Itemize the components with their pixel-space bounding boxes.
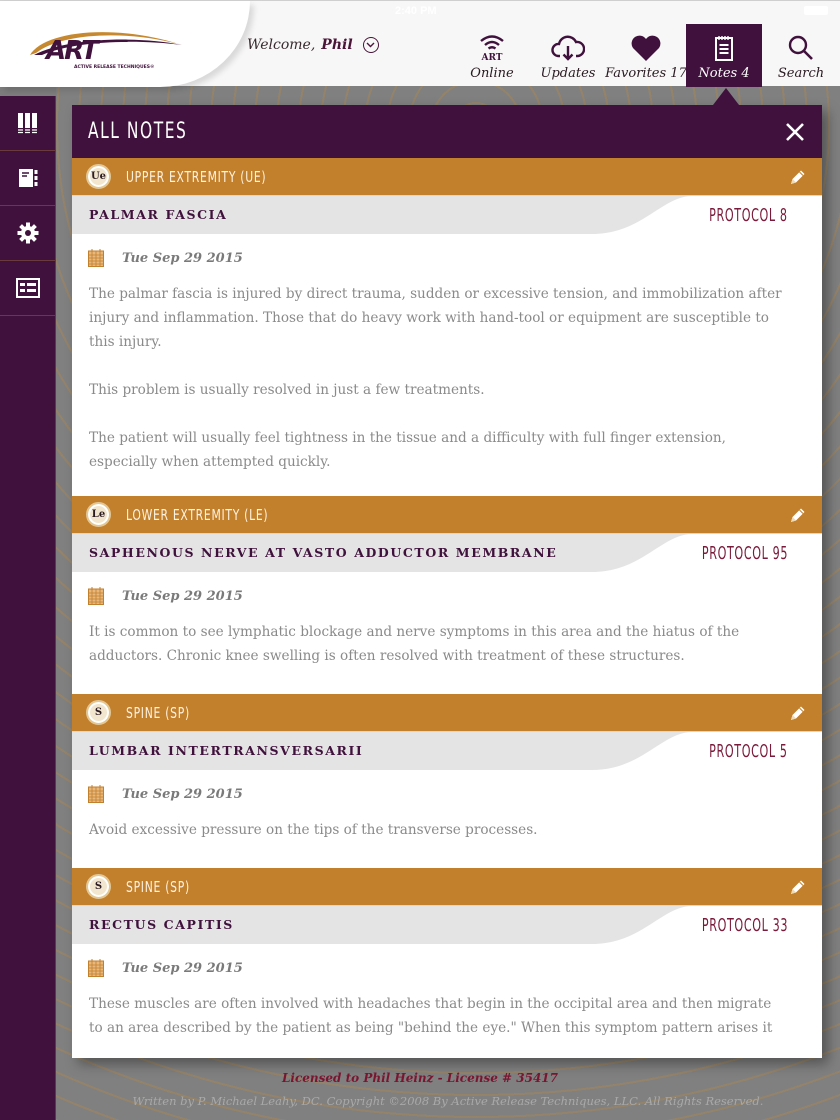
category-bar: Le LOWER EXTREMITY (LE) xyxy=(72,496,822,534)
category-badge-icon: S xyxy=(86,700,111,725)
heart-icon xyxy=(630,32,662,62)
note-paragraph: The patient will usually feel tightness … xyxy=(89,430,726,470)
nav-updates[interactable]: Updates xyxy=(530,24,606,87)
note-card: S SPINE (SP) RECTUS CAPITIS PROTOCOL 33 … xyxy=(72,868,822,1058)
protocol-label[interactable]: PROTOCOL 33 xyxy=(702,915,788,936)
calendar-icon xyxy=(88,785,104,803)
close-icon[interactable] xyxy=(784,121,806,143)
note-title-row[interactable]: SAPHENOUS NERVE AT VASTO ADDUCTOR MEMBRA… xyxy=(72,534,822,572)
wifi-art-icon: ART xyxy=(477,32,507,62)
note-paragraph: These muscles are often involved with he… xyxy=(89,996,773,1036)
nav-favorites[interactable]: Favorites 17 xyxy=(605,24,687,87)
date-row: Tue Sep 29 2015 xyxy=(72,944,822,992)
note-date: Tue Sep 29 2015 xyxy=(122,786,243,802)
note-body: These muscles are often involved with he… xyxy=(72,992,822,1058)
category-bar: S SPINE (SP) xyxy=(72,868,822,906)
category-bar: Ue UPPER EXTREMITY (UE) xyxy=(72,158,822,196)
note-card: Le LOWER EXTREMITY (LE) SAPHENOUS NERVE … xyxy=(72,496,822,694)
notes-pointer xyxy=(713,88,739,105)
pencil-icon[interactable] xyxy=(788,877,808,897)
note-title: SAPHENOUS NERVE AT VASTO ADDUCTOR MEMBRA… xyxy=(89,545,558,560)
cloud-download-icon xyxy=(551,32,585,62)
protocol-label[interactable]: PROTOCOL 95 xyxy=(702,543,788,564)
nav-online[interactable]: ART Online xyxy=(454,24,530,87)
nav-search[interactable]: Search xyxy=(762,24,840,87)
note-paragraph: The palmar fascia is injured by direct t… xyxy=(89,286,782,350)
note-body: Avoid excessive pressure on the tips of … xyxy=(72,818,822,868)
status-indicators xyxy=(804,6,828,15)
pencil-icon[interactable] xyxy=(788,703,808,723)
sidebar xyxy=(0,96,56,1120)
svg-text:ART: ART xyxy=(44,36,101,66)
date-row: Tue Sep 29 2015 xyxy=(72,234,822,282)
status-time: 2:40 PM xyxy=(395,5,437,17)
note-card: Ue UPPER EXTREMITY (UE) PALMAR FASCIA PR… xyxy=(72,158,822,496)
calendar-icon xyxy=(88,249,104,267)
note-date: Tue Sep 29 2015 xyxy=(122,250,243,266)
top-nav: ART Online Updates Favorites 17 Notes 4 … xyxy=(454,24,840,87)
date-row: Tue Sep 29 2015 xyxy=(72,572,822,620)
sidebar-item-library[interactable] xyxy=(0,96,55,151)
notes-list: Ue UPPER EXTREMITY (UE) PALMAR FASCIA PR… xyxy=(72,158,822,1058)
sidebar-item-forms[interactable] xyxy=(0,261,55,316)
note-card: S SPINE (SP) LUMBAR INTERTRANSVERSARII P… xyxy=(72,694,822,868)
note-paragraph: Avoid excessive pressure on the tips of … xyxy=(89,822,538,838)
sidebar-item-settings[interactable] xyxy=(0,206,55,261)
welcome-prefix: Welcome, xyxy=(247,37,316,53)
form-list-icon xyxy=(15,278,40,298)
category-label: SPINE (SP) xyxy=(126,877,190,896)
category-badge-icon: Ue xyxy=(86,164,111,189)
battery-icon xyxy=(804,6,828,15)
note-title-row[interactable]: PALMAR FASCIA PROTOCOL 8 xyxy=(72,196,822,234)
user-name: Phil xyxy=(321,37,353,53)
category-label: SPINE (SP) xyxy=(126,703,190,722)
note-paragraph: It is common to see lymphatic blockage a… xyxy=(89,624,740,664)
notebook-icon xyxy=(18,169,37,187)
calendar-icon xyxy=(88,959,104,977)
note-title: LUMBAR INTERTRANSVERSARII xyxy=(89,743,364,758)
note-date: Tue Sep 29 2015 xyxy=(122,588,243,604)
logo-area: ART ACTIVE RELEASE TECHNIQUES® xyxy=(0,1,250,87)
chevron-down-icon[interactable] xyxy=(362,37,379,53)
nav-notes[interactable]: Notes 4 xyxy=(686,24,762,87)
pencil-icon[interactable] xyxy=(788,167,808,187)
welcome-menu[interactable]: Welcome, Phil xyxy=(247,37,379,53)
sidebar-item-notebook[interactable] xyxy=(0,151,55,206)
category-badge-icon: Le xyxy=(86,502,111,527)
note-date: Tue Sep 29 2015 xyxy=(122,960,243,976)
protocol-label[interactable]: PROTOCOL 5 xyxy=(709,741,788,762)
app-header: 2:40 PM ART ACTIVE RELEASE TECHNIQUES® W… xyxy=(0,0,840,87)
books-icon xyxy=(17,113,37,134)
search-icon xyxy=(787,32,815,62)
panel-title: ALL NOTES xyxy=(88,119,188,144)
license-text: Licensed to Phil Heinz - License # 35417 xyxy=(281,1071,558,1085)
all-notes-panel: ALL NOTES Ue UPPER EXTREMITY (UE) PALMAR… xyxy=(72,105,822,1058)
category-badge-icon: S xyxy=(86,874,111,899)
gear-icon xyxy=(17,222,38,244)
note-title: RECTUS CAPITIS xyxy=(89,917,234,932)
category-label: LOWER EXTREMITY (LE) xyxy=(126,505,269,524)
note-title-row[interactable]: LUMBAR INTERTRANSVERSARII PROTOCOL 5 xyxy=(72,732,822,770)
category-label: UPPER EXTREMITY (UE) xyxy=(126,167,267,186)
svg-text:ACTIVE RELEASE TECHNIQUES®: ACTIVE RELEASE TECHNIQUES® xyxy=(74,64,154,70)
note-title: PALMAR FASCIA xyxy=(89,207,228,222)
note-paragraph: This problem is usually resolved in just… xyxy=(89,382,485,398)
date-row: Tue Sep 29 2015 xyxy=(72,770,822,818)
protocol-label[interactable]: PROTOCOL 8 xyxy=(709,205,788,226)
copyright-text: Written by P. Michael Leahy, DC. Copyrig… xyxy=(132,1094,764,1108)
svg-text:ART: ART xyxy=(480,53,502,62)
panel-header: ALL NOTES xyxy=(72,105,822,158)
notepad-icon xyxy=(713,32,735,62)
category-bar: S SPINE (SP) xyxy=(72,694,822,732)
art-logo[interactable]: ART ACTIVE RELEASE TECHNIQUES® xyxy=(24,25,184,71)
note-title-row[interactable]: RECTUS CAPITIS PROTOCOL 33 xyxy=(72,906,822,944)
note-body: The palmar fascia is injured by direct t… xyxy=(72,282,822,496)
calendar-icon xyxy=(88,587,104,605)
note-body: It is common to see lymphatic blockage a… xyxy=(72,620,822,694)
pencil-icon[interactable] xyxy=(788,505,808,525)
